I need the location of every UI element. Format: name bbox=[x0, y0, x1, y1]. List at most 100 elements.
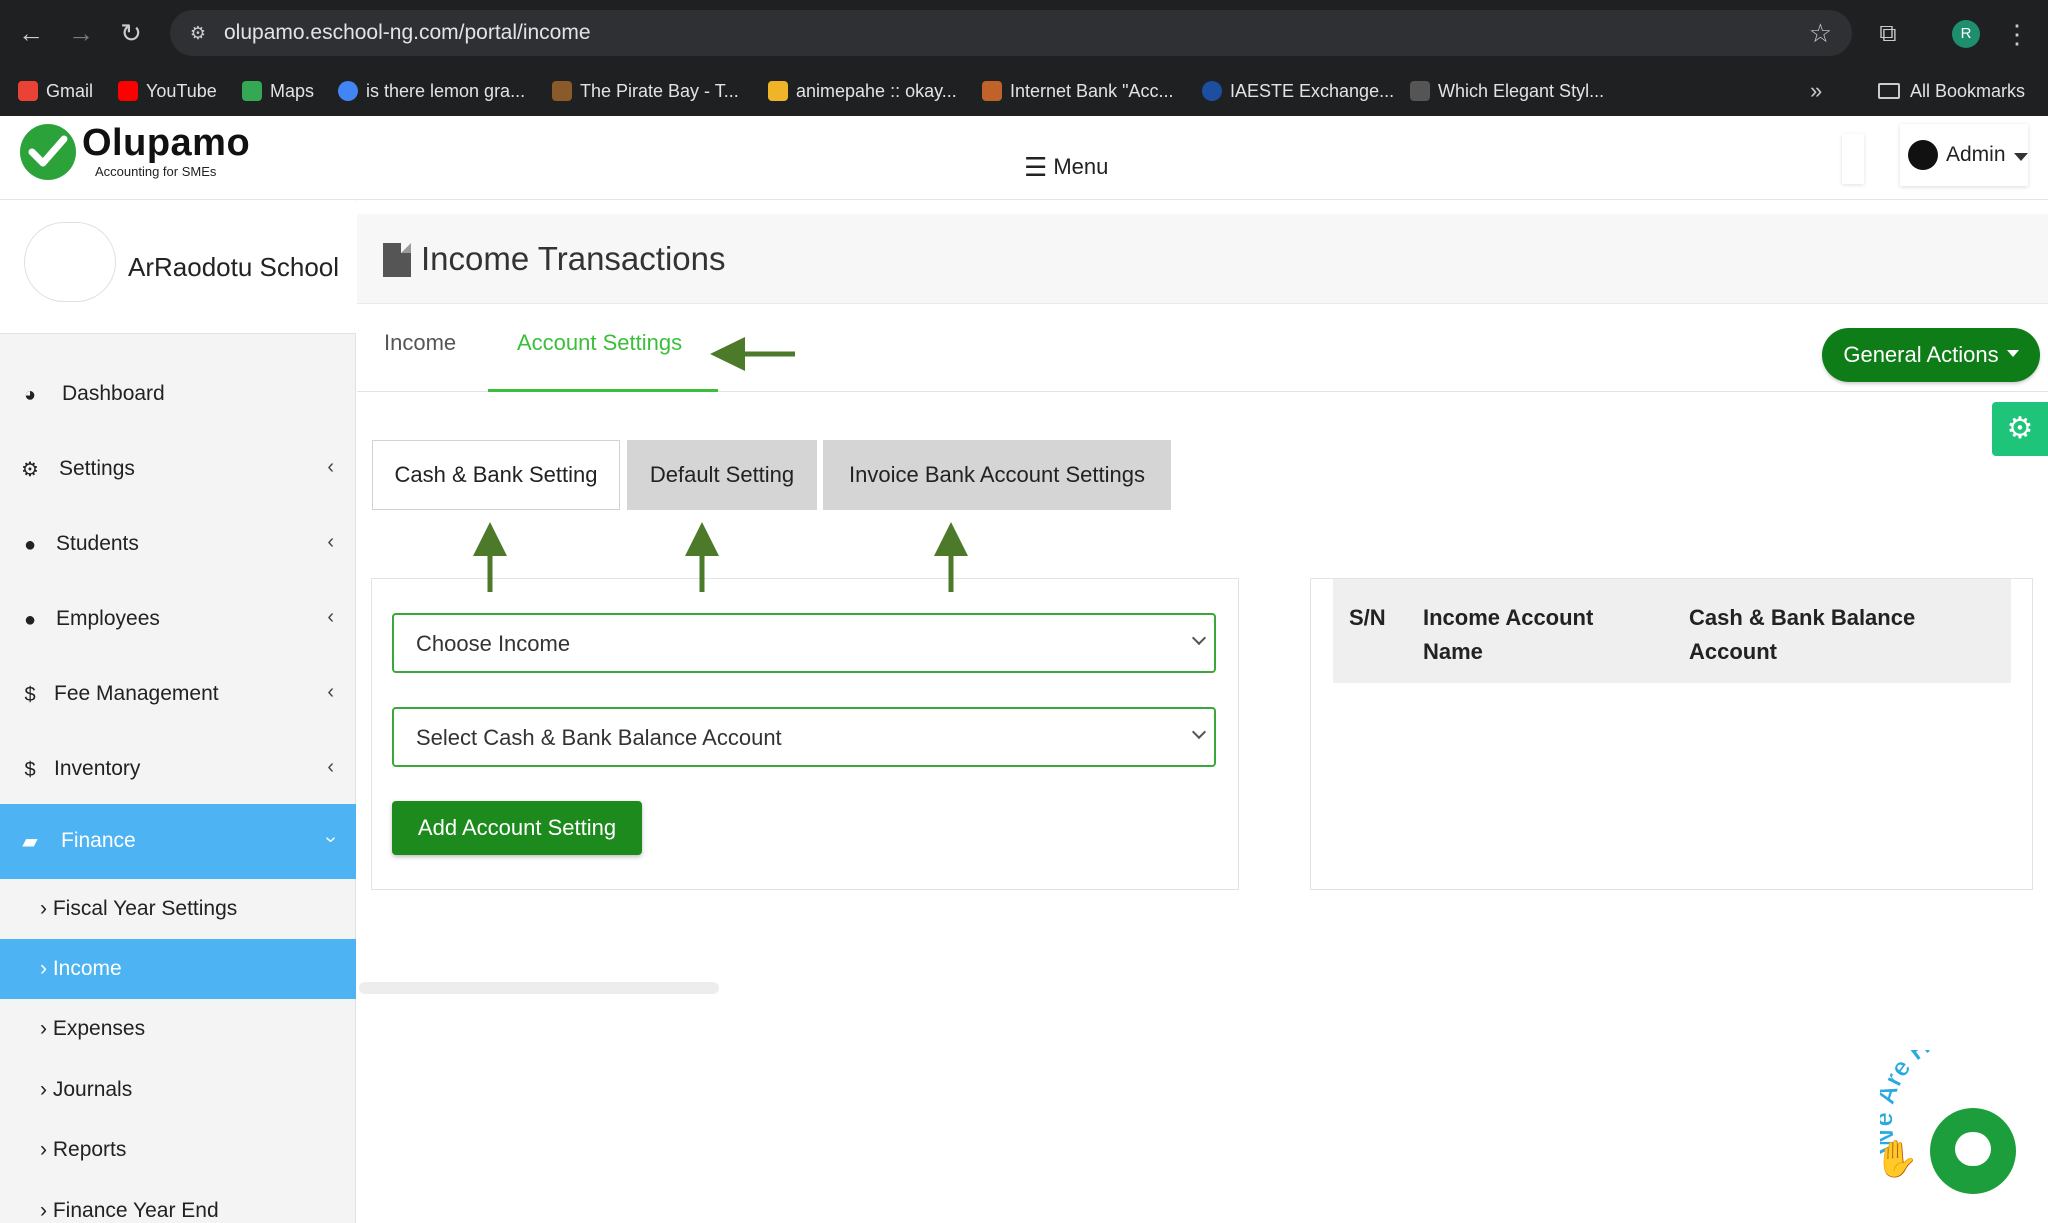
url-text[interactable]: olupamo.eschool-ng.com/portal/income bbox=[224, 21, 591, 45]
app-header: Olupamo Accounting for SMEs ☰ Menu Admin bbox=[0, 116, 2048, 200]
sidebar: ArRaodotu School ◕ Dashboard ⚙ Settings … bbox=[0, 200, 356, 1223]
logo-check-icon[interactable] bbox=[20, 124, 76, 180]
maps-icon bbox=[242, 81, 262, 101]
dollar-icon: $ bbox=[24, 759, 36, 781]
more-bookmarks-icon[interactable]: » bbox=[1810, 74, 1822, 108]
income-select[interactable]: Choose Income bbox=[392, 613, 1216, 673]
avatar bbox=[1908, 140, 1938, 170]
waving-hand-icon: ✋ bbox=[1874, 1138, 1919, 1179]
main-content: Income Transactions Income Account Setti… bbox=[357, 200, 2048, 1223]
school-name: ArRaodotu School bbox=[128, 252, 340, 282]
tab-account-settings[interactable]: Account Settings bbox=[517, 330, 682, 356]
sidebar-sub-fiscal-year[interactable]: › Fiscal Year Settings bbox=[0, 879, 356, 939]
subtab-invoice-bank-account-settings[interactable]: Invoice Bank Account Settings bbox=[823, 440, 1171, 510]
sidebar-item-students[interactable]: ● Students ‹ bbox=[0, 507, 356, 582]
back-icon[interactable]: ← bbox=[14, 16, 48, 50]
column-header-income-account-name[interactable]: Income Account Name bbox=[1423, 601, 1623, 669]
dollar-icon: $ bbox=[24, 684, 36, 706]
cat-icon bbox=[768, 81, 788, 101]
ship-icon bbox=[552, 81, 572, 101]
gear-icon[interactable]: ⚙ bbox=[1992, 402, 2048, 456]
address-bar[interactable]: ⚙ olupamo.eschool-ng.com/portal/income ☆ bbox=[170, 10, 1852, 56]
bookmark-maps[interactable]: Maps bbox=[242, 74, 314, 108]
cash-bank-account-select[interactable]: Select Cash & Bank Balance Account bbox=[392, 707, 1216, 767]
dashboard-icon: ◕ bbox=[23, 384, 37, 406]
brand-name[interactable]: Olupamo bbox=[82, 122, 250, 165]
subtab-default-setting[interactable]: Default Setting bbox=[627, 440, 817, 510]
chevron-left-icon: ‹ bbox=[327, 681, 334, 703]
bookmark-elegant-style[interactable]: Which Elegant Styl... bbox=[1410, 74, 1604, 108]
notification-slot[interactable] bbox=[1842, 134, 1864, 184]
tab-bar: Income Account Settings bbox=[357, 304, 2048, 392]
folder-icon bbox=[1878, 83, 1900, 99]
chevron-left-icon: ‹ bbox=[327, 606, 334, 628]
chat-bubble-icon[interactable] bbox=[1930, 1108, 2016, 1194]
sub-label: › Finance Year End bbox=[40, 1199, 219, 1222]
add-account-setting-button[interactable]: Add Account Setting bbox=[392, 801, 642, 855]
sidebar-item-employees[interactable]: ● Employees ‹ bbox=[0, 582, 356, 657]
sidebar-sub-finance-year-end[interactable]: › Finance Year End bbox=[0, 1181, 356, 1223]
page-title: Income Transactions bbox=[421, 240, 726, 277]
tab-income[interactable]: Income bbox=[384, 330, 456, 356]
chevron-right-icon: › bbox=[40, 1199, 47, 1222]
bookmark-youtube[interactable]: YouTube bbox=[118, 74, 217, 108]
all-bookmarks[interactable]: All Bookmarks bbox=[1878, 74, 2025, 108]
bookmark-animepahe[interactable]: animepahe :: okay... bbox=[768, 74, 957, 108]
sub-label: › Fiscal Year Settings bbox=[40, 897, 238, 920]
bookmark-google[interactable]: is there lemon gra... bbox=[338, 74, 525, 108]
chevron-right-icon: › bbox=[40, 1078, 47, 1101]
extensions-icon[interactable]: ⧉ bbox=[1872, 18, 1904, 50]
user-menu[interactable]: Admin bbox=[1900, 124, 2028, 186]
sidebar-sub-reports[interactable]: › Reports bbox=[0, 1120, 356, 1180]
sidebar-sub-journals[interactable]: › Journals bbox=[0, 1060, 356, 1120]
school-logo bbox=[24, 222, 116, 302]
chevron-right-icon: › bbox=[40, 957, 47, 980]
brand-tagline: Accounting for SMEs bbox=[95, 164, 217, 179]
bookmark-internet-bank[interactable]: Internet Bank "Acc... bbox=[982, 74, 1173, 108]
sidebar-item-dashboard[interactable]: ◕ Dashboard bbox=[0, 357, 356, 432]
sub-label: › Reports bbox=[40, 1138, 127, 1161]
book-icon: ▰ bbox=[22, 831, 38, 853]
sub-label: › Income bbox=[40, 957, 122, 980]
sidebar-item-settings[interactable]: ⚙ Settings ‹ bbox=[0, 432, 356, 507]
gmail-icon bbox=[18, 81, 38, 101]
horizontal-scrollbar[interactable] bbox=[359, 982, 719, 994]
chevron-right-icon: › bbox=[40, 1017, 47, 1040]
profile-avatar[interactable]: R bbox=[1952, 20, 1980, 48]
sidebar-item-inventory[interactable]: $ Inventory ‹ bbox=[0, 732, 356, 807]
bookmarks-bar: Gmail YouTube Maps is there lemon gra...… bbox=[0, 74, 2048, 108]
chevron-right-icon: › bbox=[40, 897, 47, 920]
sidebar-sub-income[interactable]: › Income bbox=[0, 939, 356, 999]
chat-widget[interactable]: We Are Here! ✋ bbox=[1870, 1050, 2048, 1223]
chevron-left-icon: ‹ bbox=[327, 756, 334, 778]
sidebar-item-finance[interactable]: ▰ Finance ‹ bbox=[0, 804, 356, 879]
subtab-cash-bank-setting[interactable]: Cash & Bank Setting bbox=[372, 440, 620, 510]
chevron-right-icon: › bbox=[40, 1138, 47, 1161]
reload-icon[interactable]: ↻ bbox=[114, 16, 148, 50]
user-icon: ● bbox=[23, 609, 37, 631]
sidebar-sub-expenses[interactable]: › Expenses bbox=[0, 999, 356, 1059]
bookmark-gmail[interactable]: Gmail bbox=[18, 74, 93, 108]
chevron-left-icon: ‹ bbox=[327, 456, 334, 478]
account-setting-form: Choose Income Select Cash & Bank Balance… bbox=[371, 578, 1239, 890]
chevron-down-icon bbox=[1191, 724, 1207, 740]
user-icon: ● bbox=[23, 534, 37, 556]
menu-button[interactable]: ☰ Menu bbox=[1024, 154, 1108, 180]
browser-menu-icon[interactable]: ⋮ bbox=[2004, 18, 2030, 50]
column-header-cash-bank-account[interactable]: Cash & Bank Balance Account bbox=[1689, 601, 1949, 669]
bookmark-star-icon[interactable]: ☆ bbox=[1809, 18, 1832, 49]
page-icon bbox=[1410, 81, 1430, 101]
site-settings-icon[interactable]: ⚙ bbox=[184, 19, 212, 47]
forward-icon[interactable]: → bbox=[64, 16, 98, 50]
address-row: ← → ↻ ⚙ olupamo.eschool-ng.com/portal/in… bbox=[0, 8, 2048, 58]
hamburger-icon: ☰ bbox=[1024, 152, 1048, 182]
column-header-sn[interactable]: S/N bbox=[1349, 601, 1386, 635]
sidebar-item-fee-management[interactable]: $ Fee Management ‹ bbox=[0, 657, 356, 732]
diamond-icon bbox=[982, 81, 1002, 101]
youtube-icon bbox=[118, 81, 138, 101]
general-actions-button[interactable]: General Actions bbox=[1822, 328, 2040, 382]
bookmark-iaeste[interactable]: IAESTE Exchange... bbox=[1202, 74, 1394, 108]
bookmark-piratebay[interactable]: The Pirate Bay - T... bbox=[552, 74, 739, 108]
active-tab-indicator bbox=[488, 389, 718, 392]
sub-label: › Expenses bbox=[40, 1017, 146, 1040]
